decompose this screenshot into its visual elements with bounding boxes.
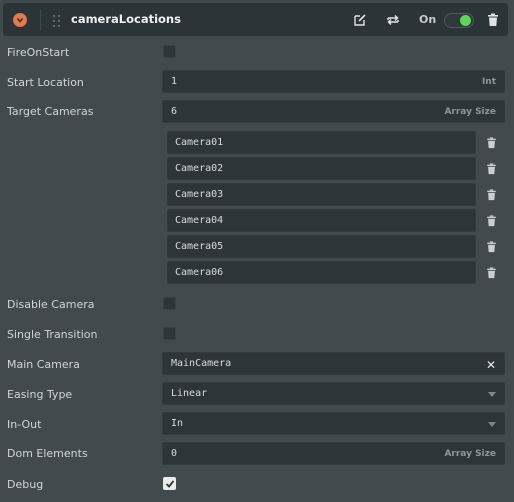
disable-camera-label: Disable Camera [7, 298, 95, 311]
array-size-label: Array Size [444, 107, 496, 117]
debug-checkbox[interactable] [163, 477, 176, 490]
dom-elements-label: Dom Elements [7, 447, 88, 460]
header-divider [40, 9, 41, 31]
easing-type-value: Linear [171, 388, 208, 399]
easing-type-label: Easing Type [7, 388, 73, 401]
trash-icon[interactable] [486, 215, 497, 227]
dom-elements-size-input[interactable]: 0 Array Size [162, 442, 505, 465]
check-icon [165, 480, 175, 488]
camera-item-input[interactable]: Camera03 [167, 183, 476, 206]
drag-grip-icon[interactable] [53, 15, 63, 27]
array-size-label: Array Size [444, 449, 496, 459]
target-cameras-size-value: 6 [171, 106, 178, 117]
component-header: cameraLocations On [3, 3, 508, 36]
start-location-value: 1 [171, 76, 178, 87]
trash-icon[interactable] [486, 189, 497, 201]
chevron-down-icon [488, 422, 496, 427]
edit-icon[interactable] [353, 13, 367, 27]
in-out-label: In-Out [7, 418, 42, 431]
camera-item-input[interactable]: Camera01 [167, 131, 476, 154]
chevron-down-circle-icon[interactable] [13, 13, 27, 27]
camera-item-value: Camera06 [175, 267, 224, 278]
main-camera-label: Main Camera [7, 358, 80, 371]
camera-item-value: Camera04 [175, 215, 224, 226]
camera-item-value: Camera03 [175, 189, 224, 200]
component-title: cameraLocations [71, 12, 181, 26]
main-camera-input[interactable]: MainCamera ✕ [162, 352, 505, 375]
camera-item-value: Camera05 [175, 241, 224, 252]
enabled-toggle[interactable] [444, 13, 474, 28]
chevron-down-icon [488, 392, 496, 397]
close-icon[interactable]: ✕ [486, 358, 496, 372]
fire-on-start-checkbox[interactable] [163, 45, 176, 58]
start-location-input[interactable]: 1 Int [162, 70, 505, 93]
start-location-label: Start Location [7, 76, 84, 89]
main-camera-value: MainCamera [171, 358, 232, 369]
in-out-value: In [171, 418, 184, 429]
toggle-knob [460, 15, 471, 26]
camera-item-value: Camera01 [175, 137, 224, 148]
disable-camera-checkbox[interactable] [163, 297, 176, 310]
fire-on-start-label: FireOnStart [7, 46, 70, 59]
camera-item-input[interactable]: Camera06 [167, 261, 476, 284]
enabled-label: On [419, 13, 437, 26]
camera-item-value: Camera02 [175, 163, 224, 174]
dom-elements-size-value: 0 [171, 448, 178, 459]
in-out-select[interactable]: In [162, 412, 505, 435]
trash-icon[interactable] [486, 137, 497, 149]
target-cameras-label: Target Cameras [7, 105, 94, 118]
int-type-label: Int [481, 77, 496, 87]
easing-type-select[interactable]: Linear [162, 382, 505, 405]
single-transition-label: Single Transition [7, 328, 98, 341]
trash-icon[interactable] [487, 13, 501, 27]
trash-icon[interactable] [486, 241, 497, 253]
camera-item-input[interactable]: Camera04 [167, 209, 476, 232]
camera-item-input[interactable]: Camera02 [167, 157, 476, 180]
camera-item-input[interactable]: Camera05 [167, 235, 476, 258]
trash-icon[interactable] [486, 163, 497, 175]
single-transition-checkbox[interactable] [163, 327, 176, 340]
trash-icon[interactable] [486, 267, 497, 279]
debug-label: Debug [7, 478, 44, 491]
swap-icon[interactable] [386, 13, 400, 27]
target-cameras-size-input[interactable]: 6 Array Size [162, 100, 505, 123]
